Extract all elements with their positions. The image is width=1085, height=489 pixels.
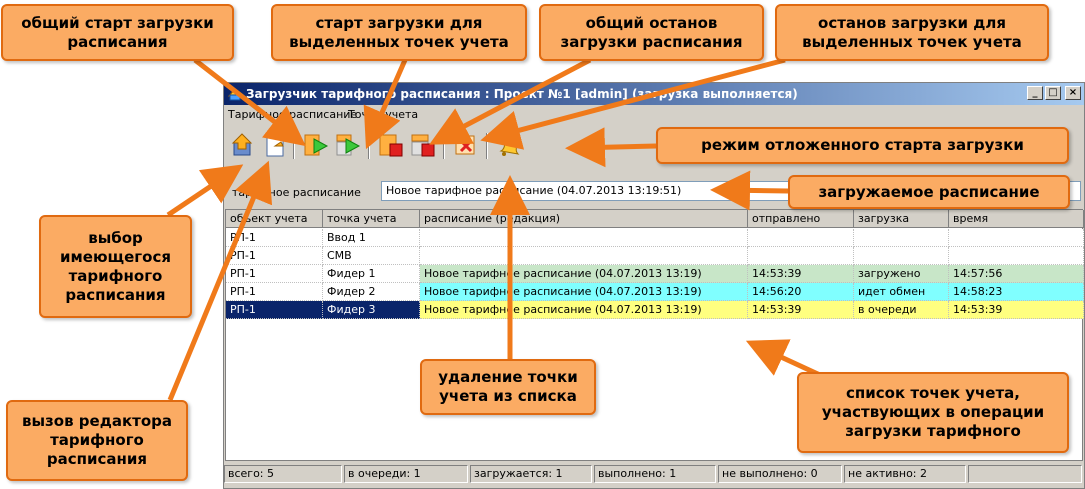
col-header-sent[interactable]: отправлено [748, 210, 854, 228]
table-row[interactable]: РП-1 Ввод 1 [226, 229, 1084, 247]
cell-sent: 14:53:39 [748, 301, 854, 319]
status-failed: не выполнено: 0 [718, 465, 842, 483]
toolbar-separator [486, 133, 488, 159]
callout-loaded-schedule: загружаемое расписание [788, 175, 1070, 209]
maximize-button[interactable]: □ [1045, 86, 1061, 100]
col-header-load[interactable]: загрузка [854, 210, 949, 228]
callout-stop-selected: останов загрузки для выделенных точек уч… [775, 4, 1049, 61]
status-resize-grip[interactable] [968, 465, 1082, 483]
cell-time: 14:58:23 [949, 283, 1084, 301]
cell-load: загружено [854, 265, 949, 283]
window-title: Загрузчик тарифного расписания : Проект … [246, 87, 798, 101]
cell-object: РП-1 [226, 301, 323, 319]
col-header-object[interactable]: объект учета [226, 210, 323, 228]
schedule-label: тарифное расписание [232, 186, 361, 199]
cell-schedule: Новое тарифное расписание (04.07.2013 13… [420, 301, 748, 319]
stop-all-icon[interactable] [377, 131, 405, 159]
cell-schedule: Новое тарифное расписание (04.07.2013 13… [420, 283, 748, 301]
table-row[interactable]: РП-1 СМВ [226, 247, 1084, 265]
col-header-schedule[interactable]: расписание (редакция) [420, 210, 748, 228]
callout-start-all: общий старт загрузки расписания [1, 4, 234, 61]
toolbar-separator [368, 133, 370, 159]
col-header-time[interactable]: время [949, 210, 1084, 228]
callout-stop-all: общий останов загрузки расписания [539, 4, 764, 61]
callout-deferred-start: режим отложенного старта загрузки [656, 127, 1069, 164]
callout-start-selected: старт загрузки для выделенных точек учет… [271, 4, 527, 61]
status-done: выполнено: 1 [594, 465, 716, 483]
status-bar: всего: 5 в очереди: 1 загружается: 1 вып… [224, 463, 1084, 485]
start-all-icon[interactable] [302, 131, 330, 159]
cell-point: Фидер 2 [323, 283, 420, 301]
cell-object: РП-1 [226, 247, 323, 265]
cell-schedule: Новое тарифное расписание (04.07.2013 13… [420, 265, 748, 283]
col-header-point[interactable]: точка учета [323, 210, 420, 228]
cell-time: 14:53:39 [949, 301, 1084, 319]
cell-sent [748, 247, 854, 265]
cell-load: идет обмен [854, 283, 949, 301]
status-total: всего: 5 [224, 465, 342, 483]
table-row[interactable]: РП-1 Фидер 3 Новое тарифное расписание (04… [226, 301, 1084, 319]
cell-point: Фидер 3 [323, 301, 420, 319]
menu-item-schedule[interactable]: Тарифное расписание [228, 108, 357, 121]
cell-schedule [420, 247, 748, 265]
cell-object: РП-1 [226, 265, 323, 283]
cell-load: в очереди [854, 301, 949, 319]
callout-delete-point: удаление точки учета из списка [420, 359, 596, 415]
select-schedule-icon[interactable] [229, 131, 257, 159]
delete-point-icon[interactable] [452, 131, 480, 159]
start-selected-icon[interactable] [334, 131, 362, 159]
callout-call-editor: вызов редактора тарифного расписания [6, 400, 188, 481]
minimize-button[interactable]: _ [1027, 86, 1043, 100]
cell-point: СМВ [323, 247, 420, 265]
cell-sent [748, 229, 854, 247]
cell-time [949, 247, 1084, 265]
cell-load [854, 247, 949, 265]
cell-point: Ввод 1 [323, 229, 420, 247]
table-row[interactable]: РП-1 Фидер 2 Новое тарифное расписание (04… [226, 283, 1084, 301]
cell-object: РП-1 [226, 283, 323, 301]
cell-schedule [420, 229, 748, 247]
table-row[interactable]: РП-1 Фидер 1 Новое тарифное расписание (04… [226, 265, 1084, 283]
edit-schedule-icon[interactable] [261, 131, 289, 159]
title-bar[interactable]: Загрузчик тарифного расписания : Проект … [224, 83, 1084, 105]
app-icon [227, 88, 243, 101]
status-queued: в очереди: 1 [344, 465, 468, 483]
status-inactive: не активно: 2 [844, 465, 966, 483]
cell-sent: 14:56:20 [748, 283, 854, 301]
callout-select-existing: выбор имеющегося тарифного расписания [39, 215, 192, 318]
status-loading: загружается: 1 [470, 465, 592, 483]
stop-selected-icon[interactable] [409, 131, 437, 159]
toolbar-separator [443, 133, 445, 159]
toolbar-separator [293, 133, 295, 159]
cell-time [949, 229, 1084, 247]
cell-object: РП-1 [226, 229, 323, 247]
close-button[interactable]: × [1065, 86, 1081, 100]
cell-time: 14:57:56 [949, 265, 1084, 283]
cell-load [854, 229, 949, 247]
deferred-start-bell-icon[interactable] [495, 131, 523, 159]
cell-point: Фидер 1 [323, 265, 420, 283]
menu-item-points[interactable]: Точки учета [348, 108, 418, 121]
callout-points-list: список точек учета, участвующих в операц… [797, 372, 1069, 453]
cell-sent: 14:53:39 [748, 265, 854, 283]
menu-bar: Тарифное расписание Точки учета [224, 105, 1084, 124]
